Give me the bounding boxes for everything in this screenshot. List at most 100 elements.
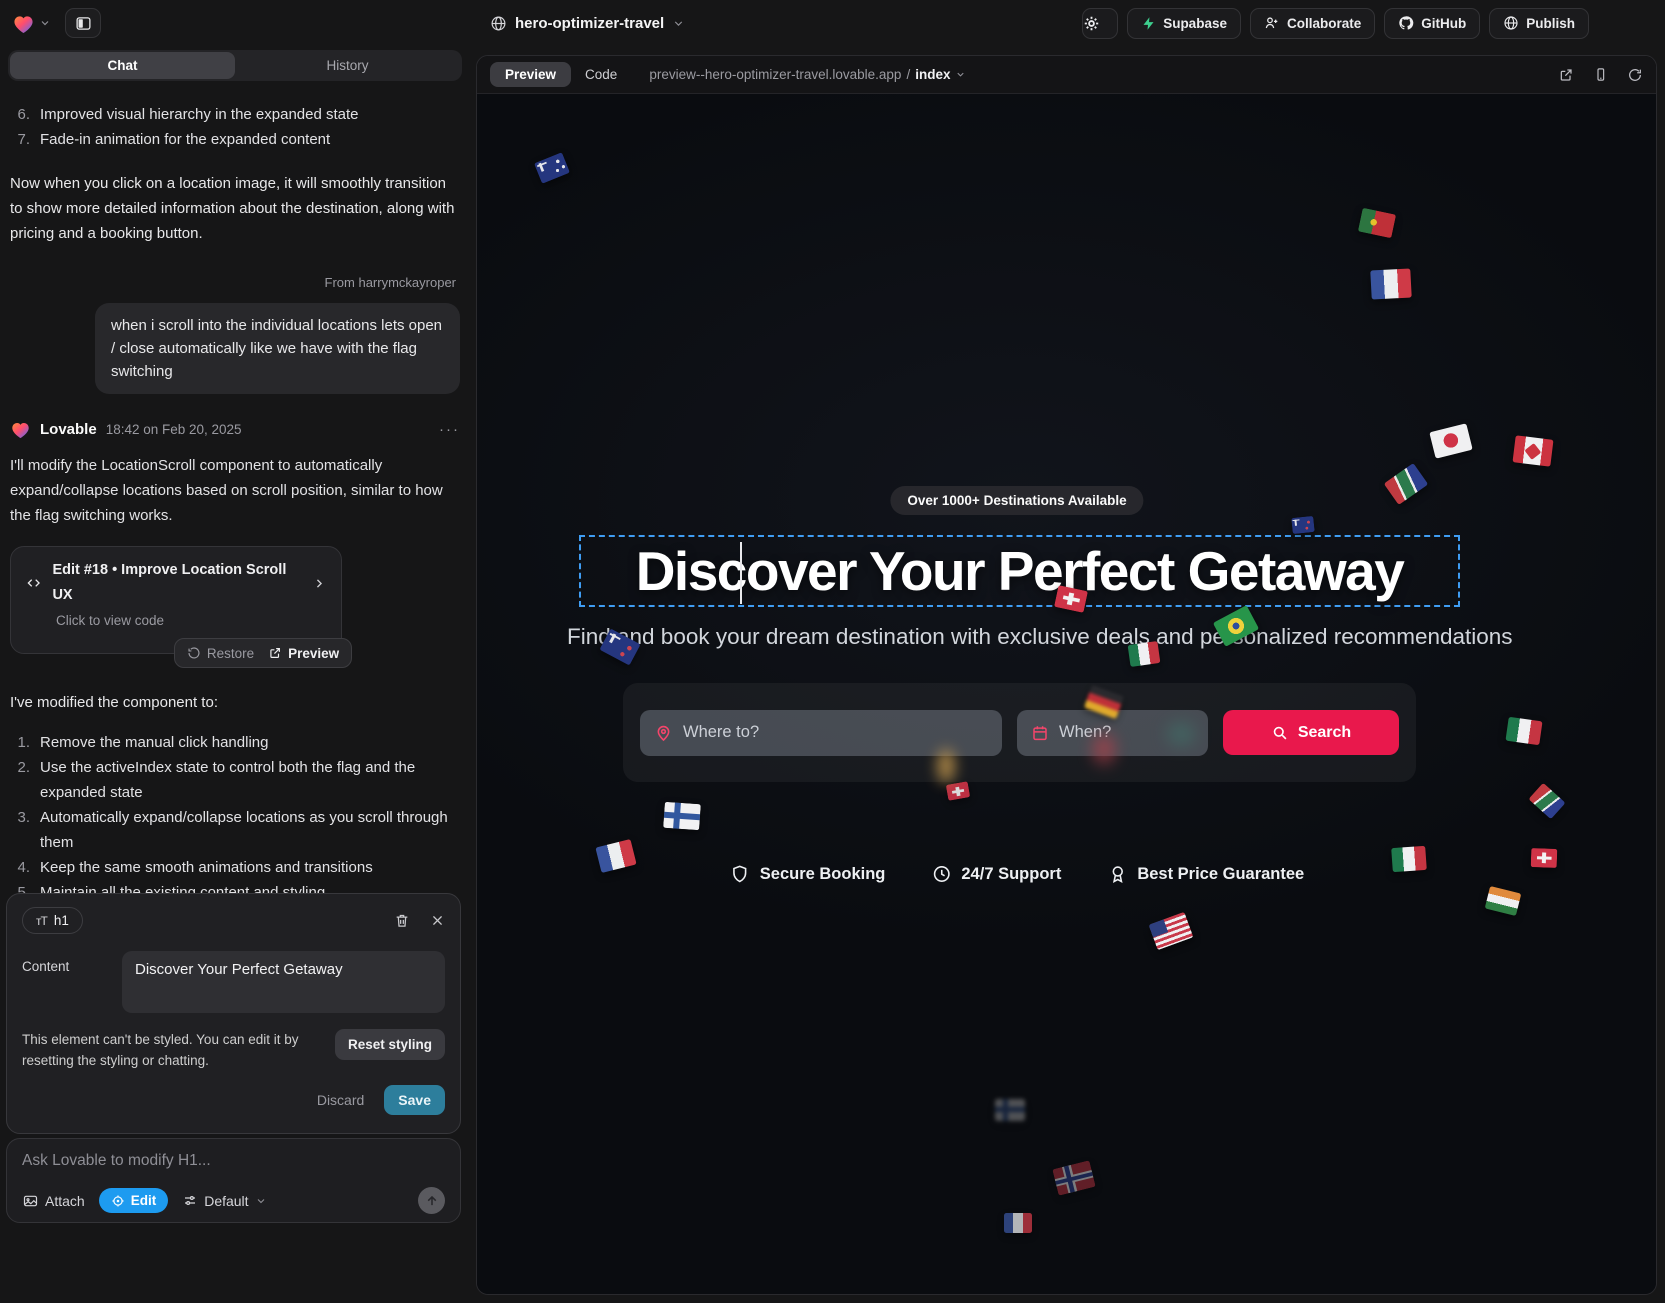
- assistant-intro: I'll modify the LocationScroll component…: [10, 453, 460, 528]
- search-button[interactable]: Search: [1223, 710, 1399, 755]
- element-tag: h1: [54, 913, 69, 928]
- assistant-paragraph: I've modified the component to:: [10, 690, 460, 715]
- chevron-right-icon: [312, 576, 327, 591]
- flag-fi-icon: [995, 1099, 1025, 1121]
- external-link-icon: [268, 646, 282, 660]
- flag-jp-icon: [1429, 423, 1472, 458]
- element-tag-pill[interactable]: тT h1: [22, 907, 83, 934]
- tab-preview[interactable]: Preview: [490, 62, 571, 87]
- github-icon: [1398, 15, 1414, 31]
- user-message-bubble: when i scroll into the individual locati…: [95, 303, 460, 394]
- flag-nz-icon: [1291, 516, 1315, 534]
- flag-ch-icon: [1531, 848, 1558, 868]
- flag-za-icon: [1384, 463, 1428, 505]
- element-editor-panel: тT h1 Content Discover Your Perfect Geta…: [6, 893, 461, 1134]
- flag-in-icon: [1485, 886, 1522, 916]
- supabase-icon: [1141, 16, 1156, 31]
- sidebar-tabs: Chat History: [8, 50, 462, 81]
- supabase-button[interactable]: Supabase: [1127, 8, 1241, 39]
- list-item: 5.Maintain all the existing content and …: [10, 880, 460, 894]
- content-input[interactable]: Discover Your Perfect Getaway: [122, 951, 445, 1013]
- chevron-down-icon: [39, 17, 51, 29]
- send-button[interactable]: [418, 1187, 445, 1214]
- open-in-new-tab-icon[interactable]: [1558, 67, 1574, 83]
- mode-selector[interactable]: Default: [182, 1193, 266, 1209]
- collaborate-icon: [1264, 15, 1280, 31]
- location-pin-icon: [654, 723, 673, 742]
- chat-scroll-area[interactable]: 6.Improved visual hierarchy in the expan…: [10, 94, 460, 894]
- preview-viewport[interactable]: Over 1000+ Destinations Available Discov…: [477, 94, 1656, 1294]
- edit-card-subtitle: Click to view code: [56, 612, 327, 629]
- chat-composer: Ask Lovable to modify H1... Attach Edit …: [6, 1138, 461, 1223]
- image-icon: [22, 1193, 39, 1209]
- tab-chat[interactable]: Chat: [10, 52, 235, 79]
- list-item: 4.Keep the same smooth animations and tr…: [10, 855, 460, 880]
- lovable-heart-icon: [12, 13, 35, 34]
- flag-fi-icon: [663, 802, 701, 830]
- preview-button[interactable]: Preview: [268, 641, 339, 666]
- feature-best-price: Best Price Guarantee: [1107, 864, 1304, 884]
- message-more-button[interactable]: ···: [439, 417, 460, 442]
- flag-mx-icon: [1505, 717, 1542, 745]
- h1-selection-box[interactable]: Discover Your Perfect Getaway: [579, 535, 1460, 607]
- chevron-down-icon: [255, 1195, 267, 1207]
- tab-code[interactable]: Code: [585, 67, 617, 82]
- arrow-up-icon: [425, 1194, 439, 1208]
- blurred-flag-blob: [1093, 734, 1115, 764]
- clock-icon: [931, 864, 951, 884]
- flag-pt-icon: [1358, 208, 1396, 239]
- flag-us-icon: [1149, 912, 1194, 950]
- composer-input[interactable]: Ask Lovable to modify H1...: [22, 1152, 445, 1170]
- mobile-view-icon[interactable]: [1593, 66, 1608, 83]
- flag-za-icon: [1528, 783, 1565, 819]
- globe-icon: [490, 15, 507, 32]
- flag-mx-icon: [1128, 641, 1161, 667]
- calendar-icon: [1031, 724, 1049, 742]
- reset-styling-button[interactable]: Reset styling: [335, 1029, 445, 1060]
- refresh-icon[interactable]: [1627, 67, 1643, 83]
- gear-icon: [1083, 15, 1100, 32]
- close-icon[interactable]: [430, 913, 445, 928]
- collaborate-button[interactable]: Collaborate: [1250, 8, 1375, 39]
- flag-fr-icon: [595, 839, 636, 873]
- sidebar-toggle-button[interactable]: [65, 8, 101, 38]
- edit-mode-button[interactable]: Edit: [99, 1188, 169, 1213]
- flag-mx-icon: [1391, 846, 1427, 872]
- hero-subtitle: Find and book your dream destination wit…: [567, 624, 1467, 650]
- flag-fr-icon: [1370, 268, 1411, 299]
- award-icon: [1107, 864, 1127, 884]
- settings-button[interactable]: [1082, 8, 1118, 39]
- feature-secure-booking: Secure Booking: [730, 864, 886, 884]
- restore-button[interactable]: Restore: [187, 641, 254, 666]
- save-button[interactable]: Save: [384, 1085, 445, 1115]
- publish-button[interactable]: Publish: [1489, 8, 1589, 39]
- content-label: Content: [22, 951, 122, 1013]
- target-icon: [111, 1194, 125, 1208]
- chevron-down-icon: [955, 69, 966, 80]
- lovable-heart-icon: [10, 420, 31, 439]
- flag-ch-icon: [1054, 585, 1088, 613]
- feature-list: 6.Improved visual hierarchy in the expan…: [10, 102, 460, 152]
- github-button[interactable]: GitHub: [1384, 8, 1480, 39]
- sidebar-panel-icon: [75, 15, 92, 32]
- attach-button[interactable]: Attach: [22, 1193, 85, 1209]
- flag-fr-icon: [1004, 1213, 1032, 1233]
- list-item: 7.Fade-in animation for the expanded con…: [10, 127, 460, 152]
- assistant-paragraph: Now when you click on a location image, …: [10, 171, 460, 246]
- from-label: From harrymckayroper: [10, 270, 460, 295]
- flag-ca-icon: [1512, 435, 1553, 466]
- url-page: index: [915, 67, 950, 82]
- styling-note: This element can't be styled. You can ed…: [22, 1029, 334, 1071]
- trash-icon[interactable]: [394, 912, 410, 929]
- lovable-logo-menu[interactable]: [12, 13, 51, 34]
- preview-url[interactable]: preview--hero-optimizer-travel.lovable.a…: [649, 67, 966, 82]
- hero-title[interactable]: Discover Your Perfect Getaway: [636, 539, 1404, 603]
- project-switcher[interactable]: hero-optimizer-travel: [490, 0, 685, 46]
- flag-au-icon: [534, 152, 570, 184]
- blurred-flag-blob: [937, 749, 955, 783]
- feature-support: 24/7 Support: [931, 864, 1061, 884]
- tab-history[interactable]: History: [235, 52, 460, 79]
- assistant-timestamp: 18:42 on Feb 20, 2025: [106, 417, 242, 442]
- code-icon: [25, 575, 42, 591]
- discard-button[interactable]: Discard: [317, 1092, 364, 1108]
